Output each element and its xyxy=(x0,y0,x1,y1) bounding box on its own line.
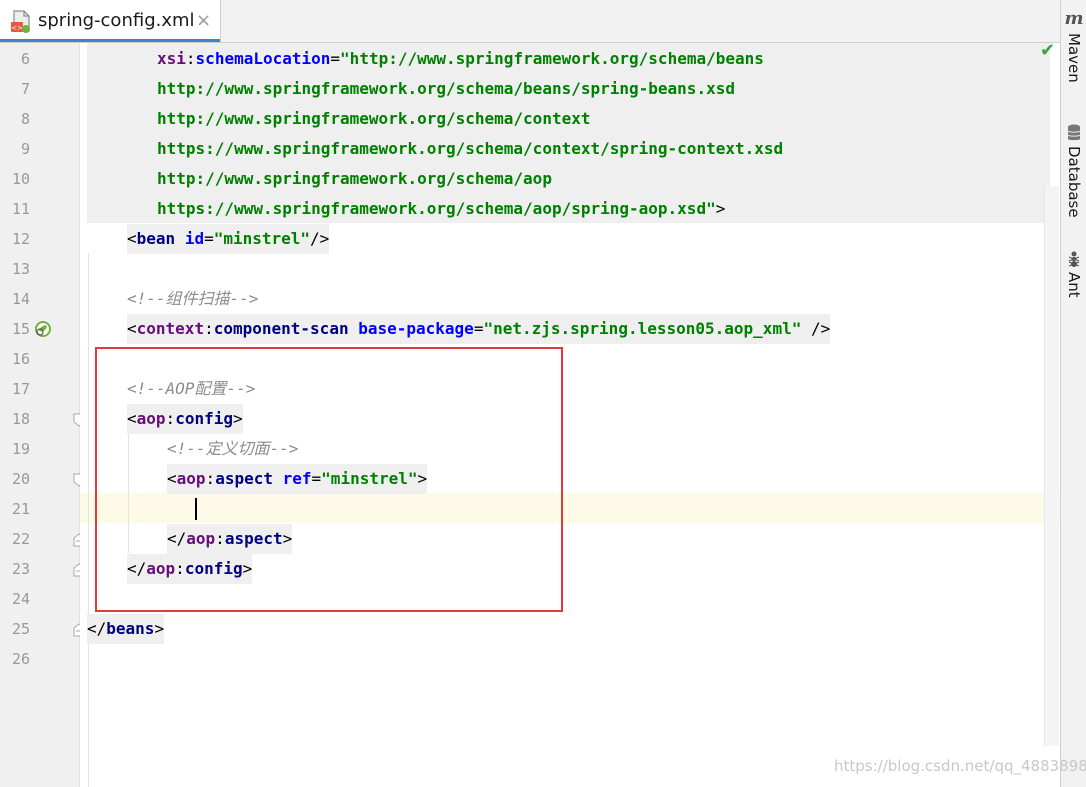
line-number: 15 xyxy=(11,320,30,338)
line-number: 26 xyxy=(11,650,30,668)
tool-label-ant: Ant xyxy=(1065,272,1083,298)
line-number: 14 xyxy=(11,290,30,308)
line-number: 18 xyxy=(11,410,30,428)
code-line-10: http://www.springframework.org/schema/ao… xyxy=(157,169,552,188)
close-icon[interactable]: × xyxy=(196,10,211,31)
right-tool-window-bar: m Maven Database Ant xyxy=(1060,0,1086,787)
line-number: 16 xyxy=(11,350,30,368)
code-line-8: http://www.springframework.org/schema/co… xyxy=(157,109,591,128)
line-number: 12 xyxy=(11,230,30,248)
line-number: 10 xyxy=(11,170,30,188)
svg-text:<>: <> xyxy=(11,24,23,32)
line-number: 21 xyxy=(11,500,30,518)
inspection-ok-icon[interactable]: ✔ xyxy=(1040,40,1055,61)
line-number: 25 xyxy=(11,620,30,638)
ant-icon xyxy=(1068,251,1080,267)
line-number: 20 xyxy=(11,470,30,488)
database-icon xyxy=(1067,124,1081,141)
code-line-15: <context:component-scan base-package="ne… xyxy=(127,314,831,344)
line-number-gutter[interactable]: 6 7 8 9 10 11 12 13 14 15 16 17 18 19 20… xyxy=(0,43,116,787)
line-number: 19 xyxy=(11,440,30,458)
line-number: 6 xyxy=(20,50,30,68)
line-number: 9 xyxy=(20,140,30,158)
line-number: 11 xyxy=(11,200,30,218)
code-line-6: xsi:schemaLocation="http://www.springfra… xyxy=(157,49,764,68)
watermark: https://blog.csdn.net/qq_48838980 xyxy=(834,757,1086,775)
editor-tab-bar: <> spring-config.xml × xyxy=(0,0,1060,43)
tool-label-maven: Maven xyxy=(1065,33,1083,83)
line-number: 13 xyxy=(11,260,30,278)
tool-maven[interactable]: m Maven xyxy=(1061,8,1086,83)
tab-spring-config[interactable]: <> spring-config.xml × xyxy=(0,0,221,42)
spring-bean-icon[interactable] xyxy=(34,320,52,338)
line-number: 17 xyxy=(11,380,30,398)
line-number: 8 xyxy=(20,110,30,128)
tool-database[interactable]: Database xyxy=(1061,124,1086,218)
vertical-scrollbar[interactable] xyxy=(1044,186,1059,746)
code-line-14-comment: <!--组件扫描--> xyxy=(127,289,259,308)
maven-icon: m xyxy=(1064,8,1084,29)
line-number: 22 xyxy=(11,530,30,548)
tab-title: spring-config.xml xyxy=(38,10,195,31)
line-number: 23 xyxy=(11,560,30,578)
tool-ant[interactable]: Ant xyxy=(1061,250,1086,298)
line-number: 7 xyxy=(20,80,30,98)
code-line-25: </beans> xyxy=(87,614,165,644)
xml-file-icon: <> xyxy=(11,10,30,33)
line-number: 24 xyxy=(11,590,30,608)
indent-guide xyxy=(88,253,89,787)
code-line-12: <bean id="minstrel"/> xyxy=(127,224,330,254)
tool-label-database: Database xyxy=(1065,146,1083,218)
active-tab-indicator xyxy=(0,39,220,42)
highlight-annotation-box xyxy=(95,347,563,612)
code-line-9: https://www.springframework.org/schema/c… xyxy=(157,139,784,158)
code-line-7: http://www.springframework.org/schema/be… xyxy=(157,79,735,98)
code-line-11: https://www.springframework.org/schema/a… xyxy=(157,199,726,218)
